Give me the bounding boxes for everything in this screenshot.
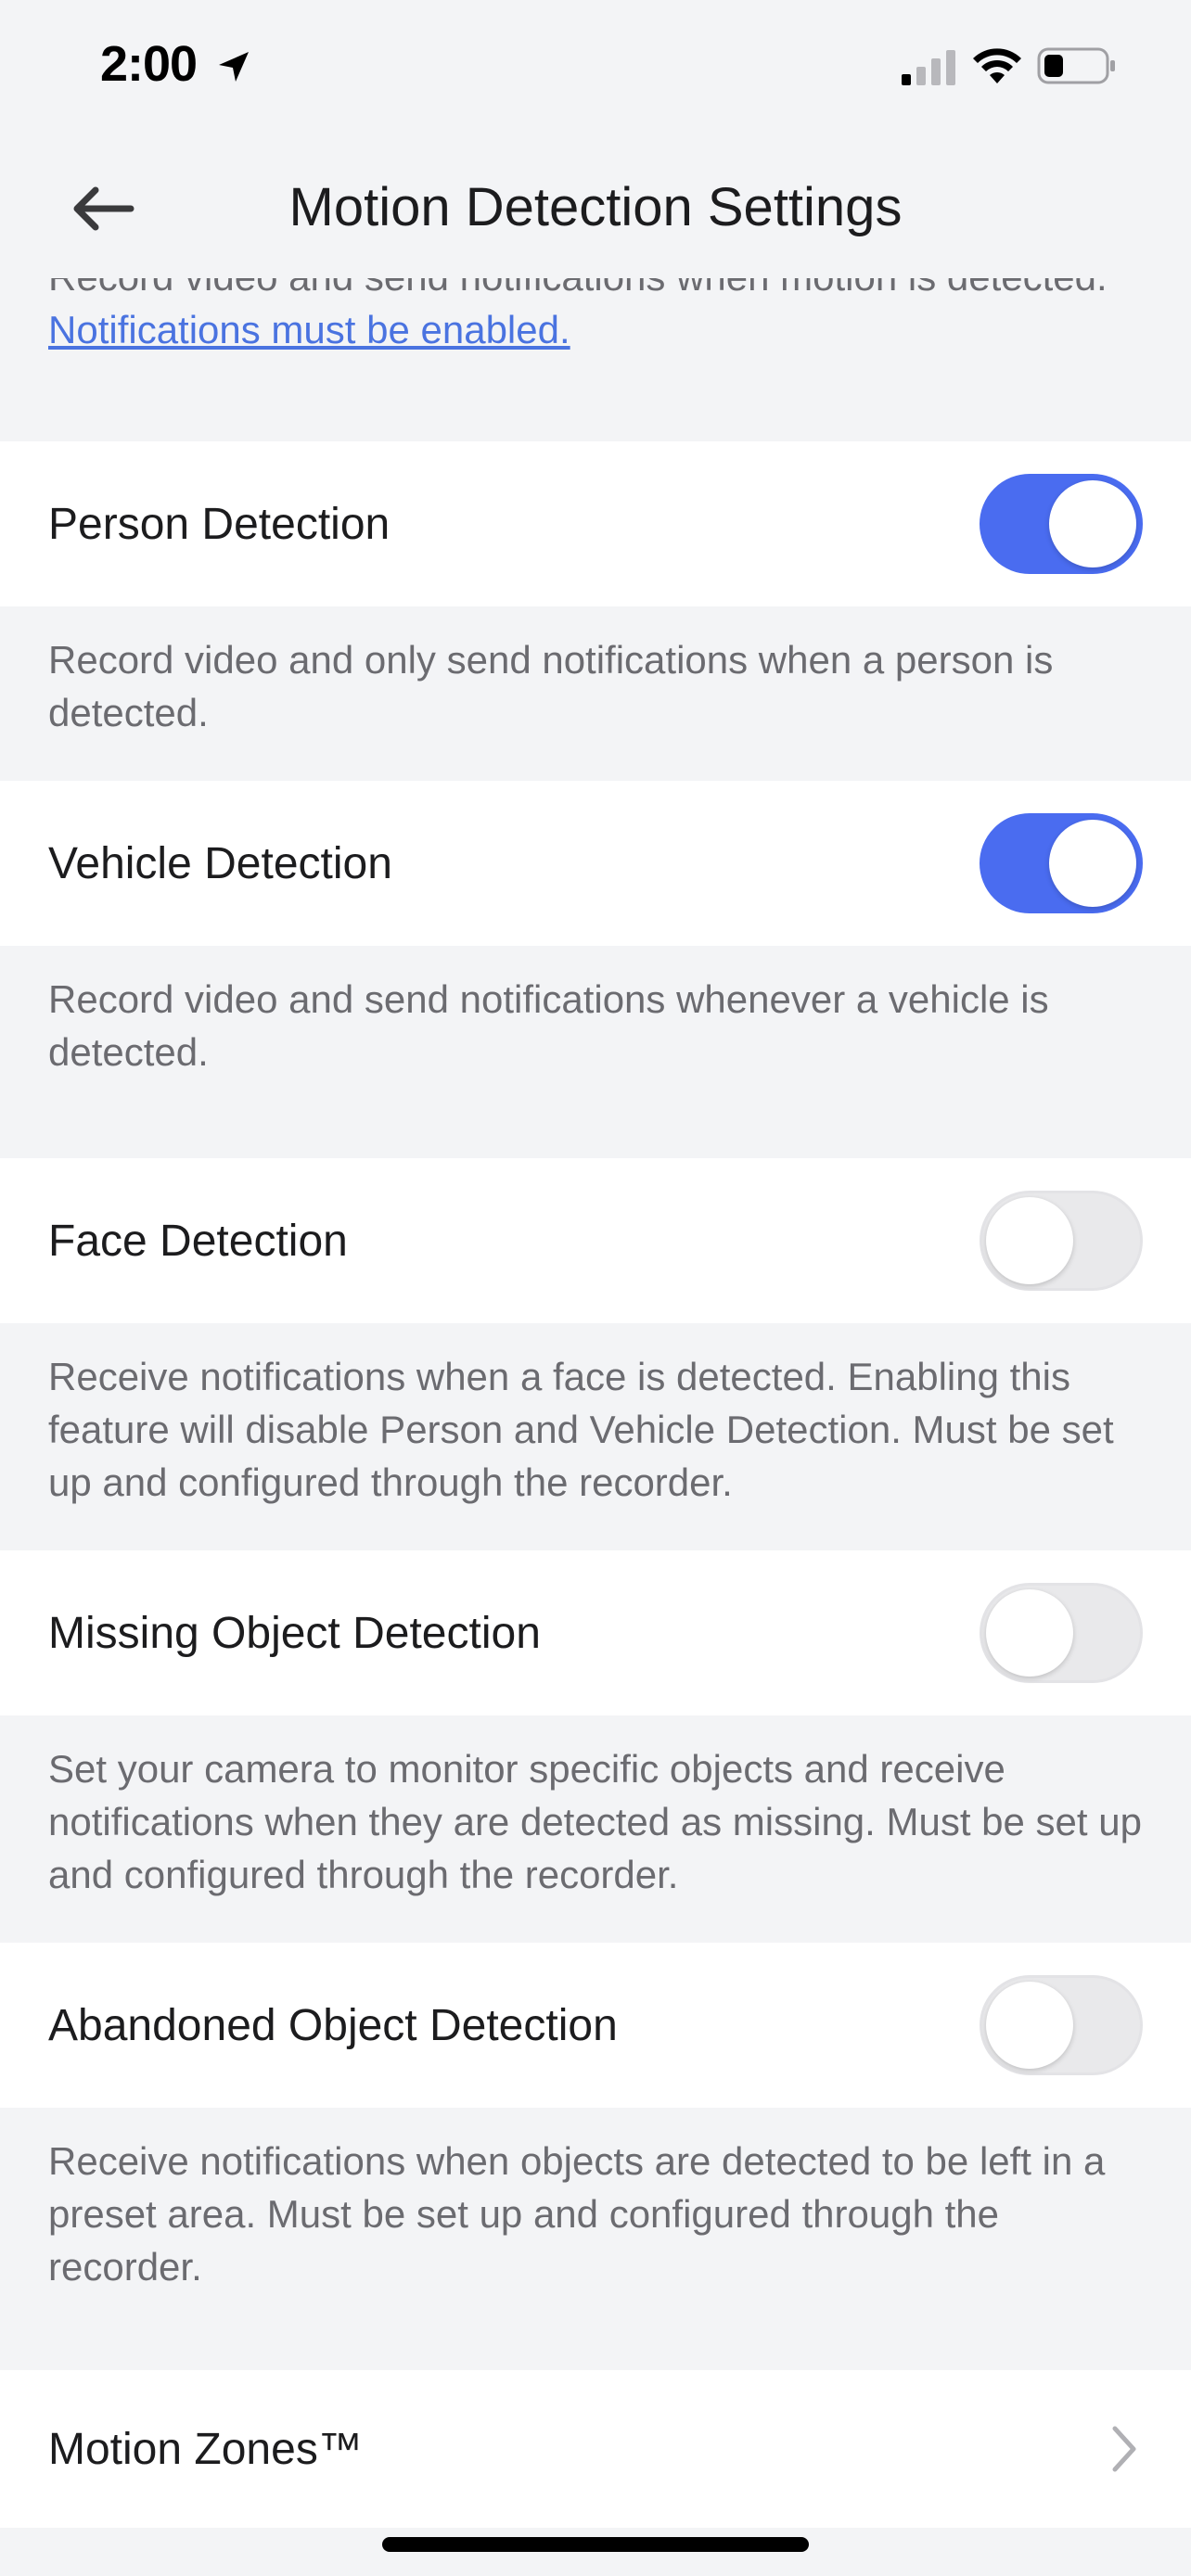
person-detection-description: Record video and only send notifications… bbox=[48, 638, 1054, 734]
battery-icon bbox=[1037, 47, 1115, 84]
person-detection-toggle[interactable] bbox=[980, 474, 1143, 574]
notifications-link[interactable]: Notifications must be enabled. bbox=[48, 308, 570, 351]
face-detection-label: Face Detection bbox=[48, 1216, 348, 1266]
toggle-knob bbox=[1049, 820, 1136, 907]
toggle-knob bbox=[1049, 480, 1136, 567]
motion-zones-label: Motion Zones™ bbox=[48, 2424, 363, 2474]
vehicle-detection-toggle[interactable] bbox=[980, 813, 1143, 913]
person-detection-row: Person Detection bbox=[0, 441, 1191, 606]
cellular-signal-icon bbox=[902, 50, 955, 85]
person-detection-label: Person Detection bbox=[48, 499, 391, 549]
vehicle-detection-row: Vehicle Detection bbox=[0, 781, 1191, 946]
face-detection-row: Face Detection bbox=[0, 1158, 1191, 1323]
missing-object-detection-toggle[interactable] bbox=[980, 1583, 1143, 1683]
toggle-knob bbox=[986, 1589, 1073, 1677]
missing-object-detection-label: Missing Object Detection bbox=[48, 1608, 541, 1658]
page-title: Motion Detection Settings bbox=[288, 177, 903, 237]
wifi-icon bbox=[973, 48, 1021, 83]
abandoned-object-detection-row: Abandoned Object Detection bbox=[0, 1943, 1191, 2108]
header: Motion Detection Settings bbox=[0, 139, 1191, 278]
vehicle-detection-description: Record video and send notifications when… bbox=[48, 977, 1049, 1074]
missing-object-detection-description: Set your camera to monitor specific obje… bbox=[48, 1747, 1142, 1896]
abandoned-object-detection-label: Abandoned Object Detection bbox=[48, 2000, 618, 2050]
status-time: 2:00 bbox=[100, 36, 198, 92]
toggle-knob bbox=[986, 1197, 1073, 1284]
screen: Record video and send notifications when… bbox=[0, 0, 1191, 2576]
toggle-knob bbox=[986, 1982, 1073, 2069]
home-indicator bbox=[382, 2537, 809, 2552]
face-detection-toggle[interactable] bbox=[980, 1191, 1143, 1291]
abandoned-object-detection-toggle[interactable] bbox=[980, 1975, 1143, 2075]
status-bar: 2:00 bbox=[0, 0, 1191, 139]
abandoned-object-detection-description: Receive notifications when objects are d… bbox=[48, 2139, 1106, 2289]
location-arrow-icon bbox=[219, 52, 249, 82]
chevron-right-icon bbox=[1112, 2426, 1136, 2472]
vehicle-detection-label: Vehicle Detection bbox=[48, 838, 392, 888]
motion-zones-row[interactable]: Motion Zones™ bbox=[0, 2370, 1191, 2528]
face-detection-description: Receive notifications when a face is det… bbox=[48, 1355, 1114, 1504]
missing-object-detection-row: Missing Object Detection bbox=[0, 1550, 1191, 1715]
